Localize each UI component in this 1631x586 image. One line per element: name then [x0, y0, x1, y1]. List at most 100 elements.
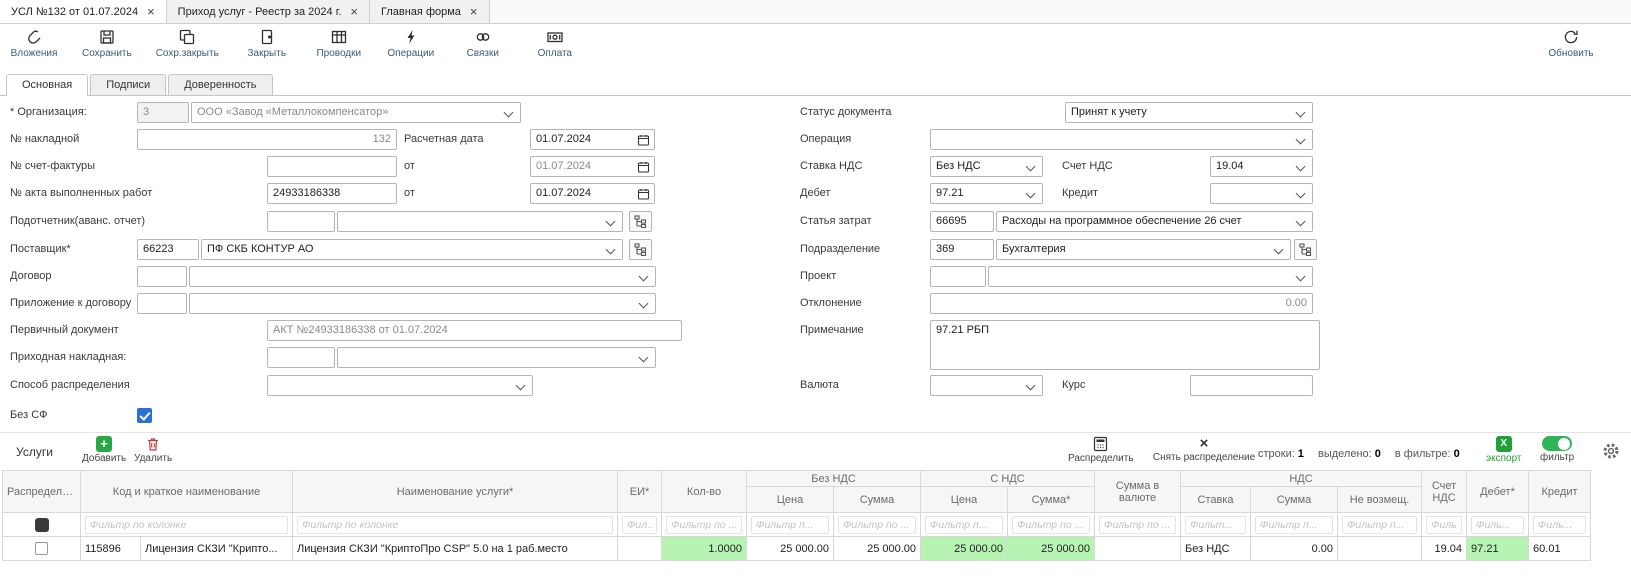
filter-qty-input[interactable] [666, 516, 742, 534]
undistribute-button[interactable]: × Снять распределение [1152, 436, 1256, 463]
col-vat-rate[interactable]: Ставка [1181, 487, 1251, 513]
tab-power-of-attorney[interactable]: Доверенность [168, 74, 272, 95]
accountable-select[interactable] [337, 211, 623, 232]
filter-code-input[interactable] [85, 516, 288, 534]
tab-main[interactable]: Основная [6, 74, 88, 96]
filter-price-vat-input[interactable] [925, 516, 1003, 534]
debit-select[interactable]: 97.21 [930, 183, 1043, 204]
department-code-field[interactable]: 369 [930, 239, 994, 260]
col-service-name[interactable]: Наименование услуги* [293, 471, 618, 513]
primary-doc-field[interactable]: АКТ №24933186338 от 01.07.2024 [267, 320, 682, 341]
note-textarea[interactable]: 97.21 РБП [930, 320, 1320, 370]
project-select[interactable] [988, 266, 1313, 287]
filter-sum-vat-input[interactable] [1012, 516, 1090, 534]
tab-signatures[interactable]: Подписи [90, 74, 166, 95]
supplier-code-field[interactable]: 66223 [137, 239, 199, 260]
close-icon[interactable]: × [350, 5, 358, 18]
table-row[interactable]: 115896 Лицензия СКЗИ "Крипто... Лицензия… [3, 537, 1591, 561]
calendar-icon[interactable] [637, 133, 650, 147]
filter-service-name-input[interactable] [297, 516, 613, 534]
col-sum-no-vat[interactable]: Сумма [834, 487, 921, 513]
save-close-button[interactable]: Сохр.закрыть [156, 28, 219, 59]
links-button[interactable]: Связки [459, 28, 507, 59]
calc-date-field[interactable]: 01.07.2024 [530, 129, 655, 150]
filter-vat-sum-input[interactable] [1255, 516, 1333, 534]
incoming-invoice-select[interactable] [337, 347, 656, 368]
invoice-no-field[interactable]: 132 [137, 129, 397, 150]
rate-field[interactable] [1190, 375, 1313, 396]
col-qty[interactable]: Кол-во [662, 471, 747, 513]
contract-annex-code-field[interactable] [137, 293, 187, 314]
col-vat-sum[interactable]: Сумма [1251, 487, 1338, 513]
filter-vat-account-input[interactable] [1426, 516, 1462, 534]
close-icon[interactable]: × [147, 5, 155, 18]
calendar-icon[interactable] [637, 160, 650, 174]
col-debit[interactable]: Дебет* [1467, 471, 1529, 513]
close-icon[interactable]: × [470, 5, 478, 18]
col-unit[interactable]: ЕИ* [618, 471, 662, 513]
export-button[interactable]: X экспорт [1486, 436, 1522, 464]
operations-button[interactable]: Операции [387, 28, 435, 59]
filter-credit-input[interactable] [1533, 516, 1586, 534]
save-button[interactable]: Сохранить [82, 28, 132, 59]
vat-account-select[interactable]: 19.04 [1210, 156, 1313, 177]
payment-button[interactable]: Оплата [531, 28, 579, 59]
col-credit[interactable]: Кредит [1529, 471, 1591, 513]
distribution-method-select[interactable] [267, 375, 533, 396]
cost-item-select[interactable]: Расходы на программное обеспечение 26 сч… [996, 211, 1313, 232]
postings-button[interactable]: Проводки [315, 28, 363, 59]
add-row-button[interactable]: + Добавить [82, 436, 126, 464]
tab-document[interactable]: УСЛ №132 от 01.07.2024 × [0, 0, 167, 23]
sf-no-field[interactable] [267, 156, 397, 177]
department-select[interactable]: Бухгалтерия [996, 239, 1291, 260]
project-code-field[interactable] [930, 266, 986, 287]
currency-select[interactable] [930, 375, 1043, 396]
filter-debit-input[interactable] [1471, 516, 1524, 534]
table-settings-button[interactable] [1602, 442, 1620, 463]
org-code-field[interactable]: 3 [137, 102, 189, 123]
col-vat-account[interactable]: Счет НДС [1422, 471, 1467, 513]
row-checkbox[interactable] [35, 542, 48, 555]
col-price-no-vat[interactable]: Цена [747, 487, 834, 513]
filter-vat-nonrefund-input[interactable] [1342, 516, 1417, 534]
col-vat-nonrefund[interactable]: Не возмещ. [1338, 487, 1422, 513]
operation-select[interactable] [930, 129, 1313, 150]
deviation-field[interactable]: 0.00 [930, 293, 1313, 314]
filter-sum-currency-input[interactable] [1099, 516, 1176, 534]
supplier-tree-button[interactable] [629, 239, 652, 260]
refresh-button[interactable]: Обновить [1547, 28, 1595, 59]
toggle-on-icon[interactable] [1542, 436, 1572, 451]
distribute-button[interactable]: Распределить [1068, 436, 1134, 464]
col-distributed[interactable]: Распределено [3, 471, 81, 513]
filter-toggle-button[interactable]: фильтр [1540, 436, 1574, 463]
act-date-field[interactable]: 01.07.2024 [530, 183, 655, 204]
contract-code-field[interactable] [137, 266, 187, 287]
supplier-select[interactable]: ПФ СКБ КОНТУР АО [201, 239, 623, 260]
delete-row-button[interactable]: Удалить [134, 436, 172, 464]
calendar-icon[interactable] [637, 187, 650, 201]
no-sf-checkbox[interactable] [137, 408, 152, 423]
incoming-invoice-code-field[interactable] [267, 347, 335, 368]
filter-vat-rate-input[interactable] [1185, 516, 1246, 534]
tab-main-form[interactable]: Главная форма × [370, 0, 489, 23]
status-select[interactable]: Принят к учету [1065, 102, 1313, 123]
col-price-vat[interactable]: Цена [921, 487, 1008, 513]
filter-unit-input[interactable] [622, 516, 657, 534]
col-code-name[interactable]: Код и краткое наименование [81, 471, 293, 513]
contract-select[interactable] [189, 266, 656, 287]
close-button[interactable]: Закрыть [243, 28, 291, 59]
col-sum-currency[interactable]: Сумма в валюте [1095, 471, 1181, 513]
accountable-tree-button[interactable] [629, 211, 652, 232]
col-sum-vat[interactable]: Сумма* [1008, 487, 1095, 513]
filter-sum-no-vat-input[interactable] [838, 516, 916, 534]
accountable-code-field[interactable] [267, 211, 335, 232]
cost-item-code-field[interactable]: 66695 [930, 211, 994, 232]
filter-price-no-vat-input[interactable] [751, 516, 829, 534]
attachments-button[interactable]: Вложения [10, 28, 58, 59]
select-all-filter-button[interactable] [35, 518, 49, 532]
vat-rate-select[interactable]: Без НДС [930, 156, 1043, 177]
contract-annex-select[interactable] [189, 293, 656, 314]
credit-select[interactable] [1210, 183, 1313, 204]
department-tree-button[interactable] [1294, 239, 1317, 260]
tab-registry[interactable]: Приход услуг - Реестр за 2024 г. × [167, 0, 370, 23]
